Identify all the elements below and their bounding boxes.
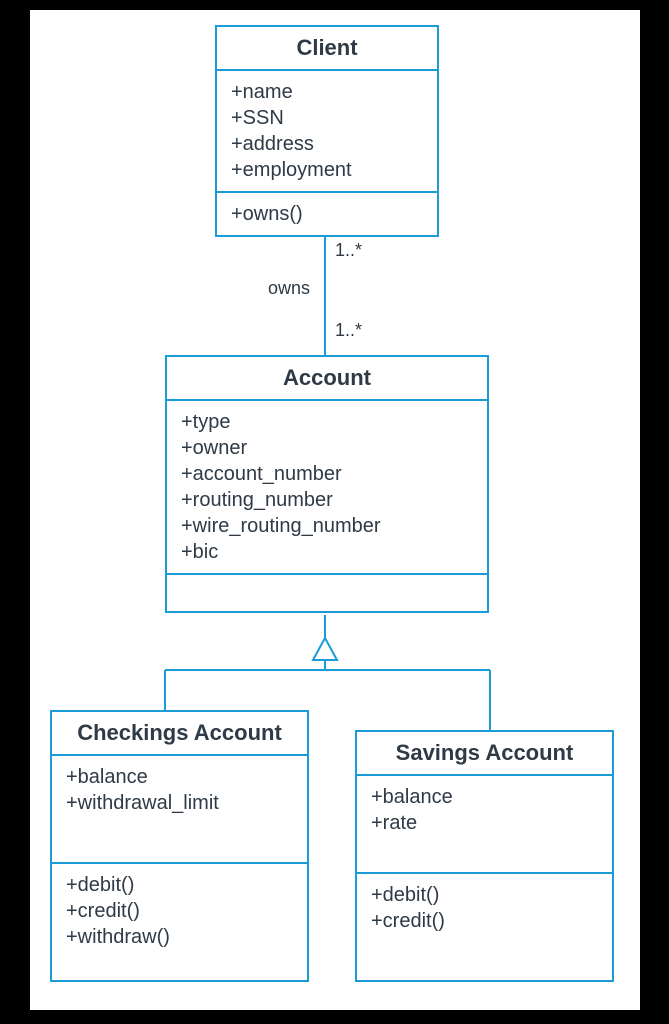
attr: +name <box>231 79 423 105</box>
attr: +account_number <box>181 461 473 487</box>
method: +debit() <box>371 882 598 908</box>
attr: +owner <box>181 435 473 461</box>
method: +owns() <box>231 201 423 227</box>
class-savings-methods: +debit() +credit() <box>357 874 612 980</box>
attr: +employment <box>231 157 423 183</box>
attr: +routing_number <box>181 487 473 513</box>
class-client: Client +name +SSN +address +employment +… <box>215 25 439 237</box>
class-account-methods <box>167 575 487 611</box>
class-savings: Savings Account +balance +rate +debit() … <box>355 730 614 982</box>
class-savings-title: Savings Account <box>357 732 612 776</box>
method: +credit() <box>371 908 598 934</box>
class-savings-attrs: +balance +rate <box>357 776 612 874</box>
class-client-methods: +owns() <box>217 193 437 235</box>
class-account-attrs: +type +owner +account_number +routing_nu… <box>167 401 487 575</box>
class-checkings-attrs: +balance +withdrawal_limit <box>52 756 307 864</box>
class-checkings-title: Checkings Account <box>52 712 307 756</box>
class-checkings: Checkings Account +balance +withdrawal_l… <box>50 710 309 982</box>
attr: +rate <box>371 810 598 836</box>
class-account: Account +type +owner +account_number +ro… <box>165 355 489 613</box>
attr: +type <box>181 409 473 435</box>
attr: +withdrawal_limit <box>66 790 293 816</box>
class-client-attrs: +name +SSN +address +employment <box>217 71 437 193</box>
class-account-title: Account <box>167 357 487 401</box>
attr: +bic <box>181 539 473 565</box>
method: +debit() <box>66 872 293 898</box>
method: +credit() <box>66 898 293 924</box>
attr: +balance <box>371 784 598 810</box>
multiplicity-top: 1..* <box>335 240 362 261</box>
diagram-canvas: Client +name +SSN +address +employment +… <box>30 10 640 1010</box>
attr: +address <box>231 131 423 157</box>
attr: +wire_routing_number <box>181 513 473 539</box>
method: +withdraw() <box>66 924 293 950</box>
class-checkings-methods: +debit() +credit() +withdraw() <box>52 864 307 980</box>
class-client-title: Client <box>217 27 437 71</box>
attr: +balance <box>66 764 293 790</box>
multiplicity-bottom: 1..* <box>335 320 362 341</box>
association-label: owns <box>268 278 310 299</box>
attr: +SSN <box>231 105 423 131</box>
